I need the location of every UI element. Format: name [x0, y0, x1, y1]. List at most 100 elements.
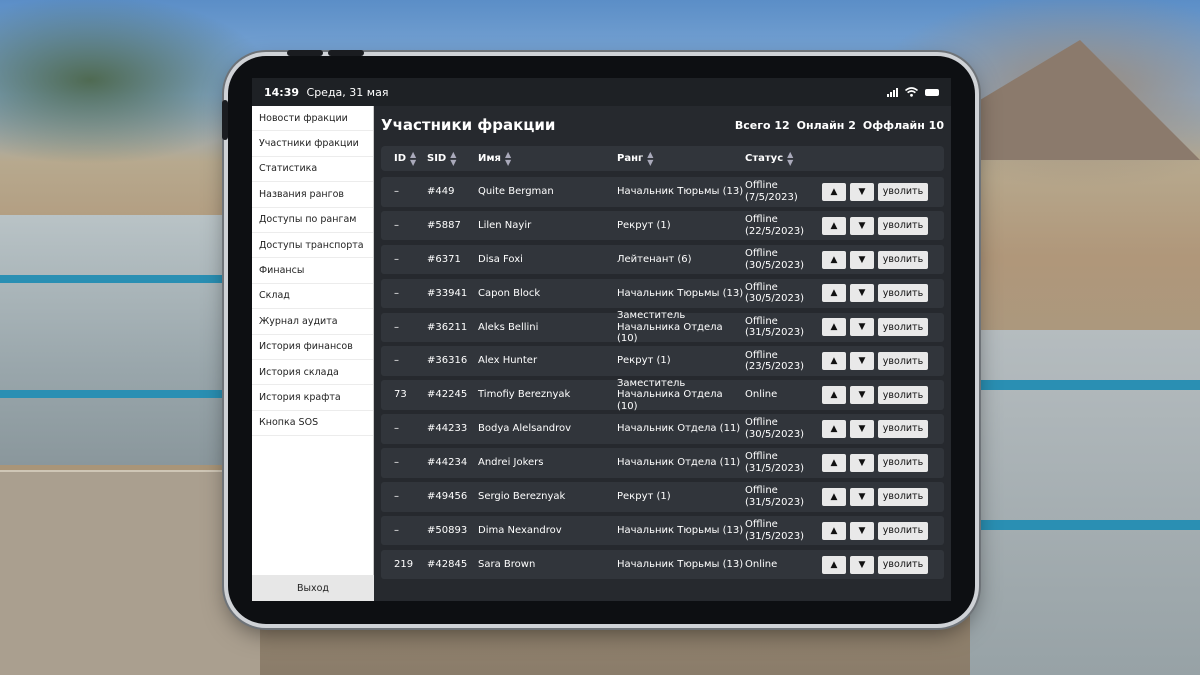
rank-up-button[interactable]: ▲ — [822, 419, 846, 438]
member-rank: Заместитель Начальника Отдела (10) — [617, 377, 723, 412]
table-row: – #44234 Andrei Jokers Начальник Отдела … — [381, 448, 944, 478]
sidebar: Новости фракции Участники фракции Статис… — [252, 106, 374, 601]
sidebar-item-finance[interactable]: Финансы — [252, 258, 373, 284]
fire-button[interactable]: уволить — [878, 182, 928, 201]
status-time: 14:39 — [264, 85, 300, 99]
table-row: 73 #42245 Timofiy Bereznyak Заместитель … — [381, 377, 944, 412]
row-actions: ▲ ▼ уволить — [822, 380, 928, 410]
member-name: Dima Nexandrov — [478, 524, 562, 536]
member-counts: Всего 12 Онлайн 2 Оффлайн 10 — [735, 119, 944, 132]
fire-button[interactable]: уволить — [878, 216, 928, 235]
rank-down-button[interactable]: ▼ — [850, 318, 874, 337]
member-sid: #33941 — [427, 287, 468, 299]
member-name: Lilen Nayir — [478, 219, 532, 231]
rank-down-button[interactable]: ▼ — [850, 521, 874, 540]
fire-button[interactable]: уволить — [878, 555, 928, 574]
sidebar-item-warehouse[interactable]: Склад — [252, 284, 373, 310]
sidebar-item-statistics[interactable]: Статистика — [252, 157, 373, 183]
sidebar-item-sos-button[interactable]: Кнопка SOS — [252, 411, 373, 437]
fire-button[interactable]: уволить — [878, 284, 928, 303]
sidebar-item-craft-history[interactable]: История крафта — [252, 385, 373, 411]
signal-icon — [887, 87, 898, 97]
sidebar-item-rank-names[interactable]: Названия рангов — [252, 182, 373, 208]
rank-up-button[interactable]: ▲ — [822, 521, 846, 540]
row-actions: ▲ ▼ уволить — [822, 279, 928, 309]
member-name: Disa Foxi — [478, 253, 523, 265]
rank-down-button[interactable]: ▼ — [850, 453, 874, 472]
member-name: Capon Block — [478, 287, 541, 299]
column-header-name[interactable]: Имя ▲ ▼ — [478, 146, 511, 171]
sidebar-item-audit-log[interactable]: Журнал аудита — [252, 309, 373, 335]
sidebar-item-vehicle-access[interactable]: Доступы транспорта — [252, 233, 373, 259]
column-header-rank[interactable]: Ранг ▲ ▼ — [617, 146, 653, 171]
column-header-sid[interactable]: SID ▲ ▼ — [427, 146, 456, 171]
member-status: Online — [745, 558, 778, 570]
member-sid: #449 — [427, 186, 455, 197]
fire-button[interactable]: уволить — [878, 521, 928, 540]
rank-down-button[interactable]: ▼ — [850, 182, 874, 201]
table-header: ID ▲ ▼ SID ▲ ▼ Имя ▲ ▼ Ранг ▲ ▼ Статус ▲ ▼ — [381, 146, 944, 171]
table-row: – #50893 Dima Nexandrov Начальник Тюрьмы… — [381, 515, 944, 546]
row-actions: ▲ ▼ уволить — [822, 448, 928, 478]
rank-up-button[interactable]: ▲ — [822, 182, 846, 201]
fire-button[interactable]: уволить — [878, 386, 928, 405]
tablet-screen: 14:39 Среда, 31 мая Новости фракции Учас… — [252, 78, 951, 601]
background-court — [0, 470, 260, 675]
page-title: Участники фракции — [381, 116, 556, 134]
member-status: Offline (30/5/2023) — [745, 417, 805, 440]
member-rank: Начальник Отдела (11) — [617, 423, 741, 435]
tablet-side-button — [222, 100, 228, 140]
rank-down-button[interactable]: ▼ — [850, 284, 874, 303]
sidebar-item-news[interactable]: Новости фракции — [252, 106, 373, 132]
rank-up-button[interactable]: ▲ — [822, 250, 846, 269]
member-name: Bodya Alelsandrov — [478, 423, 572, 435]
fire-button[interactable]: уволить — [878, 352, 928, 371]
rank-up-button[interactable]: ▲ — [822, 216, 846, 235]
rank-down-button[interactable]: ▼ — [850, 555, 874, 574]
exit-button[interactable]: Выход — [252, 575, 374, 601]
rank-down-button[interactable]: ▼ — [850, 216, 874, 235]
fire-button[interactable]: уволить — [878, 487, 928, 506]
member-name: Quite Bergman — [478, 186, 554, 197]
column-header-status[interactable]: Статус ▲ ▼ — [745, 146, 793, 171]
count-offline: Оффлайн 10 — [862, 118, 944, 132]
member-sid: #49456 — [427, 491, 468, 503]
sidebar-item-warehouse-history[interactable]: История склада — [252, 360, 373, 386]
arrow-down-icon: ▼ — [858, 491, 866, 502]
sidebar-item-members[interactable]: Участники фракции — [252, 131, 373, 157]
arrow-down-icon: ▼ — [858, 390, 866, 401]
row-actions: ▲ ▼ уволить — [822, 550, 928, 580]
rank-up-button[interactable]: ▲ — [822, 453, 846, 472]
fire-button[interactable]: уволить — [878, 318, 928, 337]
sidebar-item-rank-access[interactable]: Доступы по рангам — [252, 208, 373, 233]
member-name: Aleks Bellini — [478, 321, 539, 333]
rank-up-button[interactable]: ▲ — [822, 352, 846, 371]
fire-button[interactable]: уволить — [878, 250, 928, 269]
member-status: Online — [745, 389, 778, 401]
fire-button[interactable]: уволить — [878, 453, 928, 472]
rank-up-button[interactable]: ▲ — [822, 555, 846, 574]
arrow-down-icon: ▼ — [858, 220, 866, 231]
table-row: – #449 Quite Bergman Начальник Тюрьмы (1… — [381, 177, 944, 207]
rank-down-button[interactable]: ▼ — [850, 352, 874, 371]
rank-down-button[interactable]: ▼ — [850, 250, 874, 269]
member-id: – — [394, 287, 399, 299]
table-row: – #5887 Lilen Nayir Рекрут (1) Offline (… — [381, 210, 944, 241]
rank-down-button[interactable]: ▼ — [850, 419, 874, 438]
member-status: Offline (31/5/2023) — [745, 485, 805, 508]
sidebar-item-finance-history[interactable]: История финансов — [252, 335, 373, 360]
arrow-down-icon: ▼ — [858, 322, 866, 333]
status-bar: 14:39 Среда, 31 мая — [252, 78, 951, 106]
rank-up-button[interactable]: ▲ — [822, 487, 846, 506]
rank-up-button[interactable]: ▲ — [822, 386, 846, 405]
rank-down-button[interactable]: ▼ — [850, 386, 874, 405]
arrow-up-icon: ▲ — [830, 525, 838, 536]
member-rank: Лейтенант (6) — [617, 253, 692, 265]
rank-up-button[interactable]: ▲ — [822, 318, 846, 337]
column-header-id[interactable]: ID ▲ ▼ — [394, 146, 416, 171]
rank-up-button[interactable]: ▲ — [822, 284, 846, 303]
rank-down-button[interactable]: ▼ — [850, 487, 874, 506]
member-rank: Начальник Тюрьмы (13) — [617, 558, 744, 570]
fire-button[interactable]: уволить — [878, 419, 928, 438]
arrow-down-icon: ▼ — [858, 288, 866, 299]
